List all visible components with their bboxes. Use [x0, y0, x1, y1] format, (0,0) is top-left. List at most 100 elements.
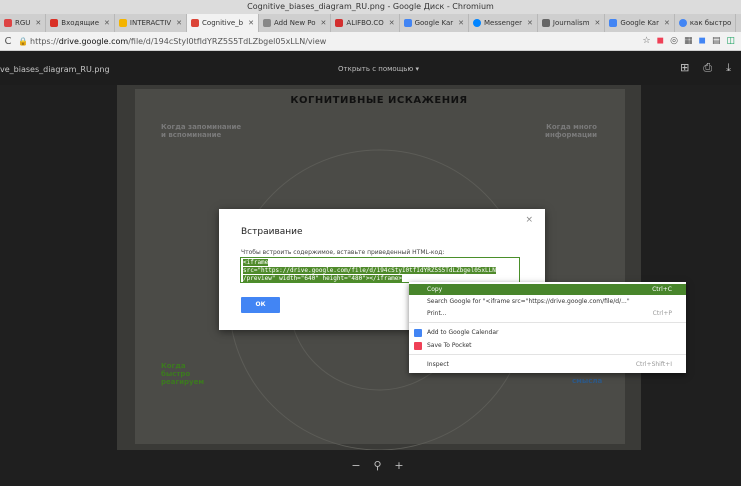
tab-alifbo[interactable]: ALIFBO.CO ✕: [331, 14, 400, 32]
print-icon[interactable]: ⎙: [703, 61, 712, 75]
tab-label: Journalism: [552, 19, 590, 27]
context-menu: Copy Ctrl+C Search Google for "<iframe s…: [409, 282, 686, 373]
menu-item-add-to-calendar[interactable]: Add to Google Calendar: [409, 327, 686, 338]
tab-label: ALIFBO.CO: [346, 19, 384, 27]
menu-separator: [409, 322, 686, 323]
embed-code-field[interactable]: <iframe src="https://drive.google.com/fi…: [240, 257, 520, 283]
dialog-title: Встраивание: [241, 227, 303, 237]
tab-favicon-icon: [335, 19, 344, 27]
menu-separator: [409, 354, 686, 355]
extension-icon[interactable]: ◼: [698, 36, 705, 46]
close-icon[interactable]: ×: [525, 215, 533, 225]
menu-item-search-google[interactable]: Search Google for "<iframe src="https://…: [409, 296, 686, 307]
tab-favicon-icon: [473, 19, 482, 27]
tab-close-icon[interactable]: ✕: [321, 19, 327, 27]
tab-gmail[interactable]: Входящие ✕: [46, 14, 115, 32]
url-host: drive.google.com: [58, 36, 129, 46]
menu-item-label: Save To Pocket: [427, 342, 472, 349]
url-path: /file/d/194cStyI0tfIdYRZ5S5TdLZbgel05xLL…: [128, 36, 327, 46]
tab-favicon-icon: [403, 19, 412, 27]
tab-label: Google Kar: [620, 19, 659, 27]
tab-close-icon[interactable]: ✕: [35, 19, 41, 27]
extensions-area: ☆ ◼ ◎ ▦ ◼ ▤ ◫: [643, 36, 741, 46]
tab-journalism[interactable]: Journalism ✕: [538, 14, 606, 32]
tab-favicon-icon: [678, 19, 687, 27]
tab-label: Входящие: [61, 19, 100, 27]
menu-item-shortcut: Ctrl+P: [652, 310, 672, 317]
tab-close-icon[interactable]: ✕: [248, 19, 254, 27]
lock-icon[interactable]: 🔒: [16, 37, 30, 46]
tab-close-icon[interactable]: ✕: [595, 19, 601, 27]
tab-close-icon[interactable]: ✕: [104, 19, 110, 27]
tab-favicon-icon: [50, 19, 59, 27]
tab-favicon-icon: [609, 19, 618, 27]
tab-google-search[interactable]: как быстро: [675, 14, 737, 32]
tab-rgu[interactable]: RGU ✕: [0, 14, 47, 32]
menu-item-label: Search Google for "<iframe src="https://…: [427, 298, 630, 305]
menu-item-copy[interactable]: Copy Ctrl+C: [409, 284, 686, 295]
extension-icon[interactable]: ▦: [684, 36, 693, 46]
tab-label: Add New Po: [274, 19, 316, 27]
menu-item-save-to-pocket[interactable]: Save To Pocket: [409, 340, 686, 351]
tab-google-maps[interactable]: Google Kar ✕: [400, 14, 470, 32]
diagram-section-meaning: смысла: [572, 377, 603, 385]
tab-messenger[interactable]: Messenger ✕: [469, 14, 538, 32]
code-line: src="https://drive.google.com/file/d/194…: [243, 267, 496, 274]
tab-favicon-icon: [263, 19, 271, 27]
url-scheme: https://: [30, 36, 59, 46]
tab-label: Messenger: [484, 19, 523, 27]
tab-label: Google Kar: [414, 19, 454, 27]
window-title: Cognitive_biases_diagram_RU.png - Google…: [0, 0, 741, 14]
tab-google-maps-2[interactable]: Google Kar ✕: [605, 14, 675, 32]
dialog-hint: Чтобы встроить содержимое, вставьте прив…: [241, 249, 445, 256]
code-line: <iframe: [243, 259, 269, 266]
file-name: ve_biases_diagram_RU.png: [0, 65, 110, 74]
ok-button[interactable]: ОК: [241, 297, 280, 313]
tab-strip: RGU ✕ Входящие ✕ INTERACTIV ✕ Cognitive_b ✕ …: [0, 14, 741, 32]
add-comment-icon[interactable]: ⊞: [680, 61, 689, 75]
camera-icon[interactable]: ◎: [670, 36, 678, 46]
diagram-section-react: Когда быстро реагируем: [161, 362, 205, 386]
address-bar: C 🔒 https://drive.google.com/file/d/194c…: [0, 32, 741, 51]
zoom-controls: − ⚲ +: [345, 459, 410, 475]
tab-favicon-icon: [4, 19, 12, 27]
tab-close-icon[interactable]: ✕: [527, 19, 533, 27]
viewer-actions: ⊞ ⎙ ⤓: [680, 61, 731, 75]
menu-item-label: Inspect: [427, 361, 449, 368]
zoom-in-button[interactable]: +: [394, 459, 403, 475]
tab-label: Cognitive_b: [202, 19, 244, 27]
diagram-section-information: Когда много информации: [545, 123, 597, 139]
open-with-button[interactable]: Открыть с помощью ▾: [338, 65, 419, 73]
tab-cognitive[interactable]: Cognitive_b ✕: [187, 14, 259, 32]
tab-add-new-post[interactable]: Add New Po ✕: [259, 14, 332, 32]
download-icon[interactable]: ⤓: [726, 61, 731, 75]
menu-item-inspect[interactable]: Inspect Ctrl+Shift+I: [409, 359, 686, 370]
bookmark-star-icon[interactable]: ☆: [643, 36, 651, 46]
menu-item-label: Copy: [427, 286, 443, 293]
zoom-icon: ⚲: [373, 459, 382, 472]
tab-favicon-icon: [191, 19, 200, 27]
extension-icon[interactable]: ▤: [712, 36, 721, 46]
pocket-icon[interactable]: ◼: [657, 36, 664, 46]
menu-item-shortcut: Ctrl+Shift+I: [635, 361, 672, 368]
menu-item-label: Print...: [427, 310, 447, 317]
code-line: /preview" width="640" height="480"></ifr…: [243, 275, 402, 282]
zoom-out-button[interactable]: −: [351, 459, 360, 475]
tab-close-icon[interactable]: ✕: [176, 19, 182, 27]
url-field[interactable]: https://drive.google.com/file/d/194cStyI…: [30, 37, 643, 46]
tab-label: RGU: [15, 19, 31, 27]
tab-close-icon[interactable]: ✕: [458, 19, 464, 27]
tab-close-icon[interactable]: ✕: [389, 19, 395, 27]
menu-item-shortcut: Ctrl+C: [652, 286, 672, 293]
extension-icon[interactable]: ◫: [726, 36, 735, 46]
tab-favicon-icon: [118, 19, 127, 27]
menu-item-print[interactable]: Print... Ctrl+P: [409, 308, 686, 319]
tab-interactive[interactable]: INTERACTIV ✕: [115, 14, 188, 32]
tab-close-icon[interactable]: ✕: [664, 19, 670, 27]
reload-icon[interactable]: C: [0, 36, 16, 47]
calendar-icon: [414, 328, 422, 337]
pocket-icon: [414, 341, 422, 350]
menu-item-label: Add to Google Calendar: [427, 329, 499, 336]
diagram-title: КОГНИТИВНЫЕ ИСКАЖЕНИЯ: [290, 95, 468, 106]
tab-favicon-icon: [541, 19, 550, 27]
